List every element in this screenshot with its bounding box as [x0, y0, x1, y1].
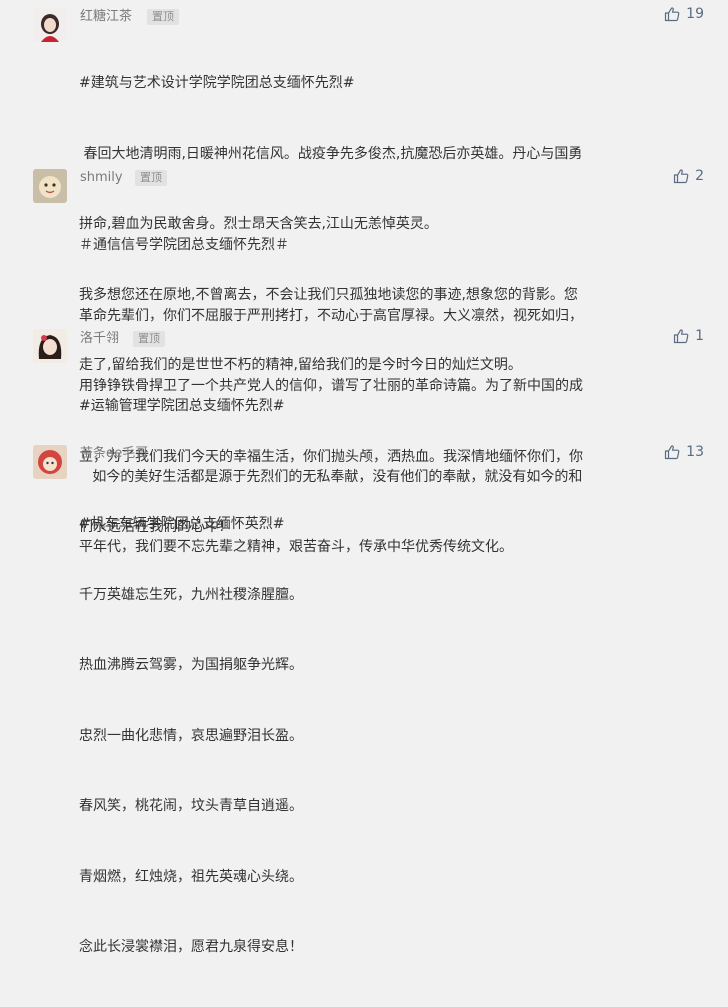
- pinned-badge: 置顶: [147, 9, 179, 25]
- comment-item: 苗条de毛哥 13 #机车车辆学院团总支缅怀英烈# 千万英雄忘生死，九州社稷涤腥…: [0, 436, 728, 955]
- comment-line: 青烟燃，红烛烧，祖先英魂心头绕。: [79, 868, 303, 885]
- comment-line: 热血沸腾云驾雾，为国捐躯争光辉。: [79, 657, 303, 673]
- comment-line: #机车车辆学院团总支缅怀英烈#: [79, 516, 285, 532]
- username[interactable]: 洛千翎: [80, 330, 119, 348]
- comment-line: 春风笑，桃花闹，坟头青草自逍遥。: [79, 798, 303, 814]
- comment-text: #机车车辆学院团总支缅怀英烈# 千万英雄忘生死，九州社稷涤腥膻。 热血沸腾云驾雾…: [79, 466, 679, 1007]
- like-button[interactable]: 19: [664, 6, 704, 22]
- like-button[interactable]: 2: [673, 168, 704, 184]
- thumbs-up-icon: [673, 328, 689, 344]
- like-count: 19: [686, 6, 704, 22]
- comment-line: #建筑与艺术设计学院学院团总支缅怀先烈#: [79, 75, 355, 91]
- username[interactable]: 苗条de毛哥: [80, 445, 148, 463]
- thumbs-up-icon: [664, 6, 680, 22]
- username[interactable]: 红糖江茶: [80, 8, 132, 26]
- avatar[interactable]: [33, 445, 67, 479]
- like-count: 2: [695, 168, 704, 184]
- like-count: 1: [695, 328, 704, 344]
- like-button[interactable]: 1: [673, 328, 704, 344]
- username[interactable]: shmily: [80, 169, 123, 187]
- like-button[interactable]: 13: [664, 444, 704, 460]
- comment-line: #运输管理学院团总支缅怀先烈#: [79, 398, 285, 414]
- avatar[interactable]: [33, 329, 67, 363]
- avatar[interactable]: [33, 8, 67, 42]
- avatar[interactable]: [33, 169, 67, 203]
- comment-line: 忠烈一曲化悲情，哀思遍野泪长盈。: [79, 727, 303, 744]
- comment-line: ＃通信信号学院团总支缅怀先烈＃: [79, 237, 289, 253]
- like-count: 13: [686, 444, 704, 460]
- pinned-badge: 置顶: [135, 170, 167, 186]
- thumbs-up-icon: [664, 444, 680, 460]
- comment-line: 念此长浸裳襟泪，愿君九泉得安息！: [79, 939, 303, 955]
- thumbs-up-icon: [673, 168, 689, 184]
- comment-item: 洛千翎 置顶 1 #运输管理学院团总支缅怀先烈# 如今的美好生活都是源于先烈们的…: [0, 320, 728, 555]
- comment-line: 千万英雄忘生死，九州社稷涤腥膻。: [79, 586, 303, 603]
- pinned-badge: 置顶: [133, 331, 165, 347]
- comment-item: shmily 置顶 2 ＃通信信号学院团总支缅怀先烈＃ 革命先辈们，你们不屈服于…: [0, 160, 728, 535]
- comment-item: 红糖江茶 置顶 19 #建筑与艺术设计学院学院团总支缅怀先烈# 春回大地清明雨,…: [0, 0, 728, 373]
